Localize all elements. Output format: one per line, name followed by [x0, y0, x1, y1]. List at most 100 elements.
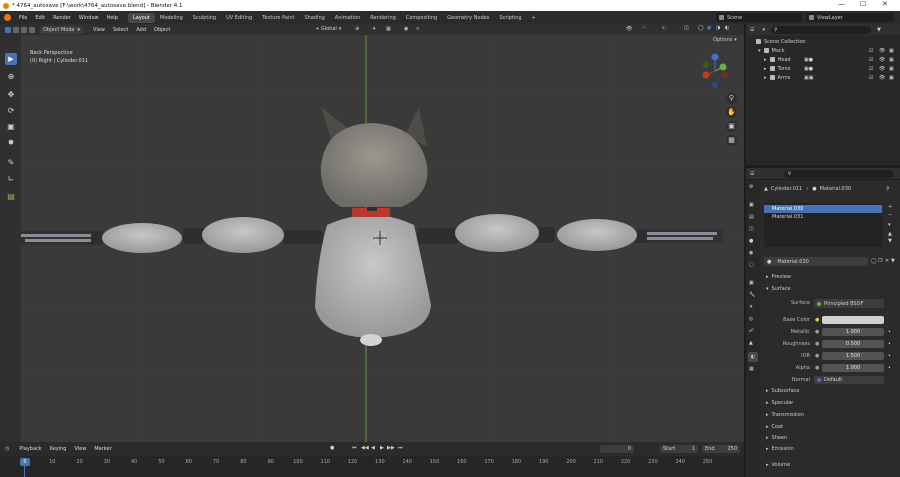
particles-tab-icon[interactable]: ✦ [749, 304, 753, 310]
outliner-row-head[interactable]: ▸ Head ▣● ☑ 👁 ▣ [746, 55, 900, 64]
outliner-row-scene-collection[interactable]: Scene Collection [746, 37, 900, 46]
surface-shader-field[interactable]: Principled BSDF [814, 299, 884, 308]
prev-keyframe-icon[interactable]: ◀◀ [361, 445, 369, 451]
link-mode-icon[interactable]: ▼ [891, 258, 895, 264]
outliner-row-arms[interactable]: ▸ Arms ▣▣ ☑ 👁 ▣ [746, 73, 900, 82]
viewport-menu-add[interactable]: Add [132, 27, 150, 33]
keyframe-dot-icon[interactable]: • [888, 365, 891, 371]
eye-icon[interactable]: 👁 [879, 66, 885, 72]
tab-layout[interactable]: Layout [128, 12, 155, 23]
tab-modeling[interactable]: Modeling [155, 13, 188, 23]
select-extend-icon[interactable] [13, 26, 19, 33]
preview-section[interactable]: ▸ Preview [766, 274, 791, 280]
shading-rendered-icon[interactable]: ◐ [725, 25, 729, 31]
pan-hand-icon[interactable]: ✋ [726, 107, 737, 118]
sheen-section[interactable]: ▸ Sheen [766, 435, 787, 441]
add-workspace-icon[interactable]: + [527, 13, 541, 23]
next-keyframe-icon[interactable]: ▶▶ [387, 445, 395, 451]
base-color-swatch[interactable] [822, 316, 884, 324]
view-layer-selector[interactable]: ViewLayer [806, 13, 894, 22]
camera-icon[interactable]: ▣ [889, 75, 894, 81]
gizmo-toggle-icon[interactable]: ✛ [642, 25, 646, 31]
timeline-editor-icon[interactable]: ◷ [5, 446, 9, 452]
viewport-menu-object[interactable]: Object [150, 27, 174, 33]
add-slot-icon[interactable]: + [888, 204, 892, 210]
play-icon[interactable]: ▶ [380, 445, 384, 451]
tab-shading[interactable]: Shading [299, 13, 329, 23]
slot-specials-icon[interactable]: ▾ [888, 222, 891, 228]
normal-field[interactable]: Default [814, 376, 884, 384]
end-frame-field[interactable]: End 250 [702, 445, 740, 453]
menu-help[interactable]: Help [103, 15, 122, 21]
material-slot-row[interactable]: Material.030 [764, 205, 882, 213]
tab-scripting[interactable]: Scripting [494, 13, 526, 23]
keyframe-dot-icon[interactable]: • [888, 353, 891, 359]
physics-tab-icon[interactable]: ◎ [749, 316, 753, 322]
jump-start-icon[interactable]: ⏮ [352, 445, 357, 451]
visibility-icon[interactable]: 👁 [626, 26, 632, 32]
navigation-gizmo[interactable] [698, 51, 732, 91]
pin-icon[interactable]: ⚲ [886, 186, 890, 192]
eye-icon[interactable]: 👁 [879, 57, 885, 63]
outliner-row-torso[interactable]: ▸ Torso ▣● ☑ 👁 ▣ [746, 64, 900, 73]
chevron-right-icon[interactable]: ▸ [764, 57, 767, 63]
filter-icon[interactable]: ▾ [762, 27, 765, 33]
menu-window[interactable]: Window [75, 15, 103, 21]
orientation-dropdown[interactable]: ⌖ Global ▾ [316, 26, 341, 32]
camera-view-icon[interactable]: ▣ [726, 121, 737, 132]
properties-editor-icon[interactable]: ☰ [750, 171, 754, 177]
menu-edit[interactable]: Edit [31, 15, 49, 21]
record-icon[interactable]: ● [330, 445, 334, 451]
menu-render[interactable]: Render [49, 15, 75, 21]
add-cube-tool-icon[interactable]: ▤ [5, 191, 17, 203]
outliner-search-input[interactable]: ⚲ [771, 25, 871, 34]
viewport-options-dropdown[interactable]: Options ▾ [713, 37, 737, 43]
start-frame-field[interactable]: Start 1 [660, 445, 698, 453]
zoom-icon[interactable]: ⚲ [726, 93, 737, 104]
proportional-falloff-icon[interactable]: ∩ [416, 26, 420, 32]
surface-section[interactable]: ▾ Surface [766, 286, 791, 292]
select-intersect-icon[interactable] [29, 26, 35, 33]
chevron-right-icon[interactable]: ▸ [764, 66, 767, 72]
move-down-icon[interactable]: ▼ [888, 238, 892, 244]
viewport-menu-view[interactable]: View [89, 27, 109, 33]
camera-icon[interactable]: ▣ [889, 48, 894, 54]
emission-section[interactable]: ▸ Emission [766, 446, 794, 452]
tab-texture-paint[interactable]: Texture Paint [257, 13, 299, 23]
3d-viewport[interactable]: Back Perspective (0) Right | Cylinder.01… [21, 35, 744, 442]
properties-search-input[interactable]: ⚲ [784, 169, 895, 178]
render-tab-icon[interactable]: ▣ [749, 202, 754, 208]
coat-section[interactable]: ▸ Coat [766, 424, 783, 430]
play-reverse-icon[interactable]: ◀ [371, 445, 375, 451]
scene-tab-icon[interactable]: ● [749, 238, 753, 244]
checkbox-icon[interactable]: ☑ [869, 57, 873, 63]
snap-settings-icon[interactable]: ▦ [386, 26, 391, 32]
view-layer-tab-icon[interactable]: ◫ [749, 226, 754, 232]
jump-end-icon[interactable]: ⏭ [398, 445, 403, 451]
tool-tab-icon[interactable]: ⚙ [749, 184, 753, 190]
tab-uv-editing[interactable]: UV Editing [221, 13, 257, 23]
outliner-editor-icon[interactable]: ☰ [750, 27, 754, 33]
timeline-menu-view[interactable]: View [70, 446, 90, 452]
keyframe-dot-icon[interactable]: • [888, 329, 891, 335]
eye-icon[interactable]: 👁 [879, 48, 885, 54]
pivot-icon[interactable]: ⊕ [355, 26, 359, 32]
fake-user-icon[interactable]: ◯ [871, 258, 877, 264]
select-box-icon[interactable] [5, 26, 11, 33]
overlay-toggle-icon[interactable]: ◐ [662, 25, 666, 31]
texture-tab-icon[interactable]: ▦ [749, 366, 754, 372]
timeline-menu-marker[interactable]: Marker [90, 446, 115, 452]
viewport-menu-select[interactable]: Select [109, 27, 132, 33]
modifier-tab-icon[interactable]: 🔧 [749, 292, 755, 298]
menu-file[interactable]: File [15, 15, 31, 21]
minimize-icon[interactable]: — [838, 0, 845, 8]
snap-icon[interactable]: ✦ [372, 26, 376, 32]
scale-tool-icon[interactable]: ▣ [5, 121, 17, 133]
funnel-icon[interactable]: ▼ [877, 27, 881, 33]
object-tab-icon[interactable]: ▣ [749, 280, 754, 286]
camera-icon[interactable]: ▣ [889, 66, 894, 72]
proportional-edit-icon[interactable]: ◉ [404, 26, 408, 32]
transform-tool-icon[interactable]: ✸ [5, 137, 17, 149]
data-tab-icon[interactable]: ▲ [749, 340, 753, 346]
metallic-field[interactable]: 1.000 [822, 328, 884, 336]
